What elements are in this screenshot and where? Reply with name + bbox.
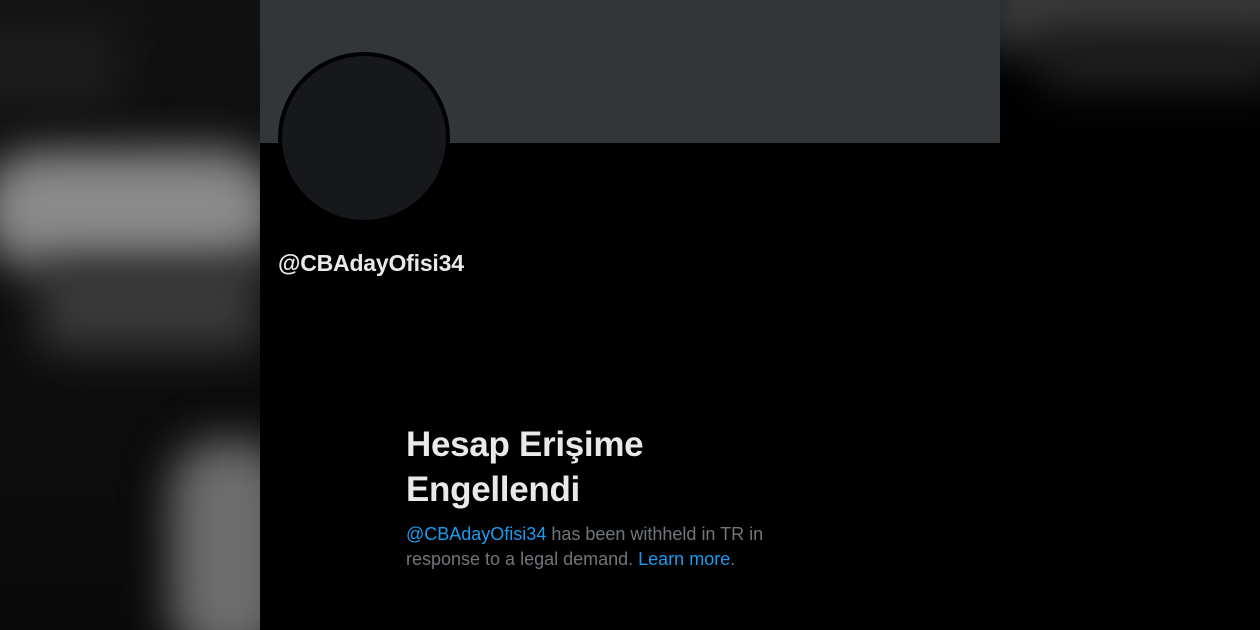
profile-avatar[interactable] xyxy=(278,52,450,224)
withheld-handle-link[interactable]: @CBAdayOfisi34 xyxy=(406,524,546,544)
withheld-message: @CBAdayOfisi34 has been withheld in TR i… xyxy=(406,522,826,572)
blurred-background-right xyxy=(1000,0,1260,630)
withheld-message-text-1: has been withheld in TR in xyxy=(546,524,764,544)
profile-handle: @CBAdayOfisi34 xyxy=(278,250,464,276)
withheld-title: Hesap Erişime Engellendi xyxy=(406,422,826,512)
blurred-background-left xyxy=(0,0,260,630)
learn-more-link[interactable]: Learn more xyxy=(638,549,730,569)
withheld-message-period: . xyxy=(730,549,736,569)
withheld-title-line1: Hesap Erişime xyxy=(406,425,644,464)
withheld-notice: Hesap Erişime Engellendi @CBAdayOfisi34 … xyxy=(406,422,826,572)
profile-page: @CBAdayOfisi34 Hesap Erişime Engellendi … xyxy=(260,0,1000,630)
withheld-message-text-2: response to a legal demand. xyxy=(406,549,639,569)
withheld-title-line2: Engellendi xyxy=(406,470,580,509)
